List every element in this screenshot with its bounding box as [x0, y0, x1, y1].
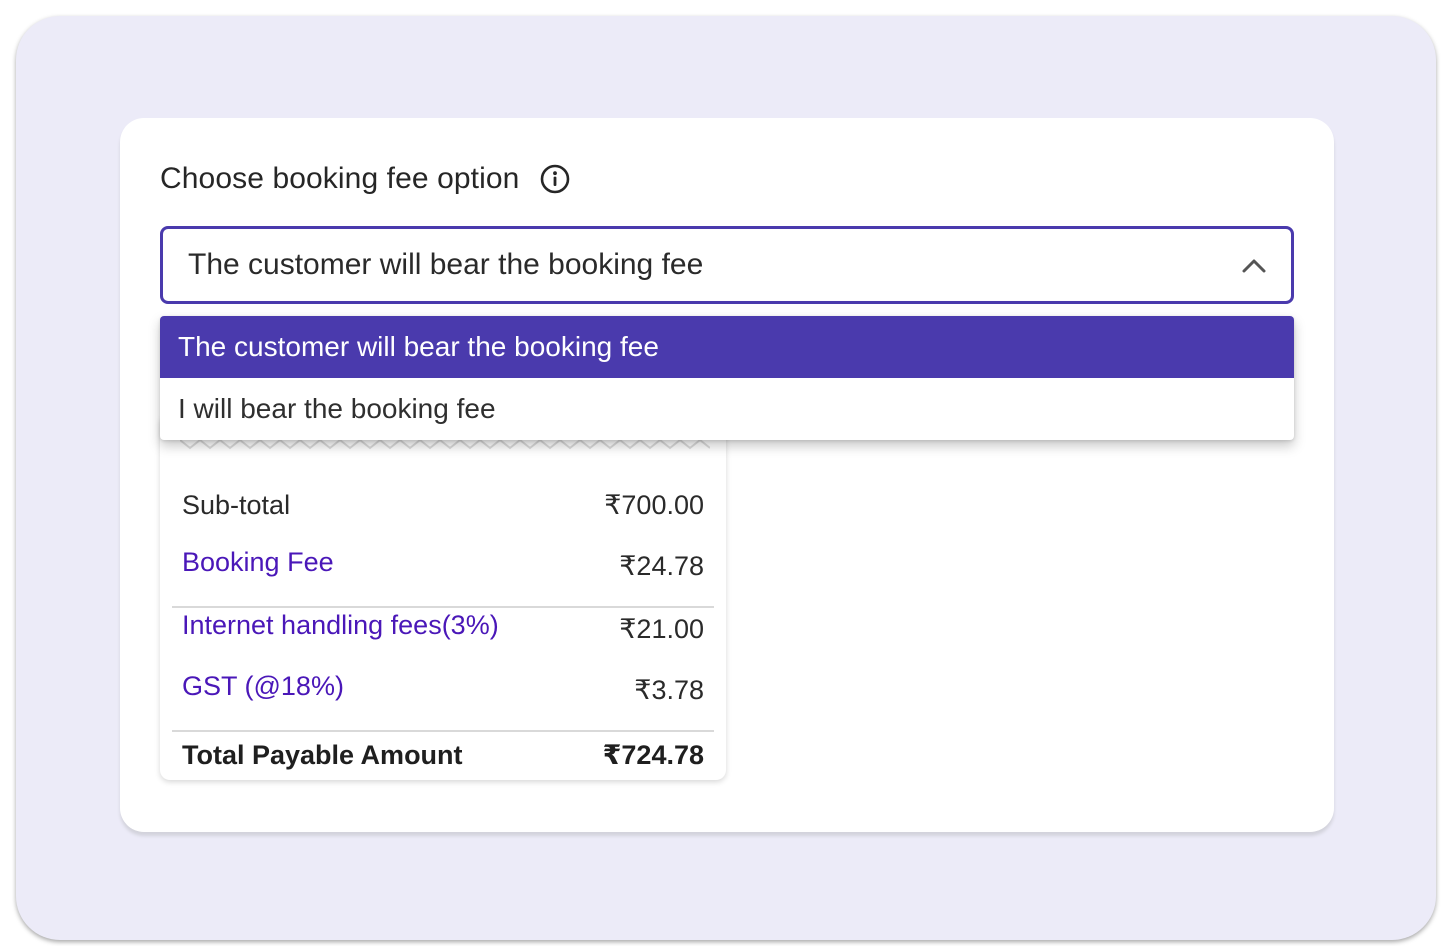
window-frame: Choose booking fee option The customer w… [16, 16, 1436, 940]
menu-item-i-bear-fee[interactable]: I will bear the booking fee [160, 378, 1294, 440]
fee-option-menu: The customer will bear the booking fee I… [160, 316, 1294, 440]
booking-fee-link[interactable]: Booking Fee [182, 547, 334, 578]
total-label: Total Payable Amount [182, 740, 463, 770]
internet-fee-link[interactable]: Internet handling fees(3%) [182, 610, 499, 641]
summary-row-internet-fee: Internet handling fees(3%) ₹21.00 [182, 610, 704, 645]
summary-row-subtotal: Sub-total ₹700.00 [182, 490, 704, 521]
gst-value: ₹3.78 [634, 675, 704, 705]
subtotal-label: Sub-total [182, 490, 291, 520]
chevron-up-icon[interactable] [1239, 251, 1269, 281]
fee-option-select[interactable]: The customer will bear the booking fee [160, 226, 1294, 304]
fee-option-label: Choose booking fee option [160, 162, 520, 195]
total-value: ₹724.78 [602, 740, 704, 770]
fee-option-selected-value: The customer will bear the booking fee [188, 248, 704, 281]
gst-link[interactable]: GST (@18%) [182, 671, 344, 702]
internet-fee-value: ₹21.00 [619, 614, 704, 644]
summary-divider [172, 606, 714, 608]
subtotal-value: ₹700.00 [604, 490, 704, 520]
summary-row-total: Total Payable Amount ₹724.78 [182, 740, 704, 771]
summary-divider [172, 730, 714, 732]
info-icon[interactable] [539, 163, 571, 195]
menu-item-customer-bears-fee[interactable]: The customer will bear the booking fee [160, 316, 1294, 378]
booking-fee-value: ₹24.78 [619, 551, 704, 581]
booking-fee-card: Choose booking fee option The customer w… [120, 118, 1334, 832]
price-summary-card: Sub-total ₹700.00 Booking Fee ₹24.78 Int… [160, 414, 726, 780]
summary-row-gst: GST (@18%) ₹3.78 [182, 671, 704, 706]
fee-option-label-row: Choose booking fee option [160, 162, 571, 196]
summary-row-booking-fee: Booking Fee ₹24.78 [182, 547, 704, 582]
